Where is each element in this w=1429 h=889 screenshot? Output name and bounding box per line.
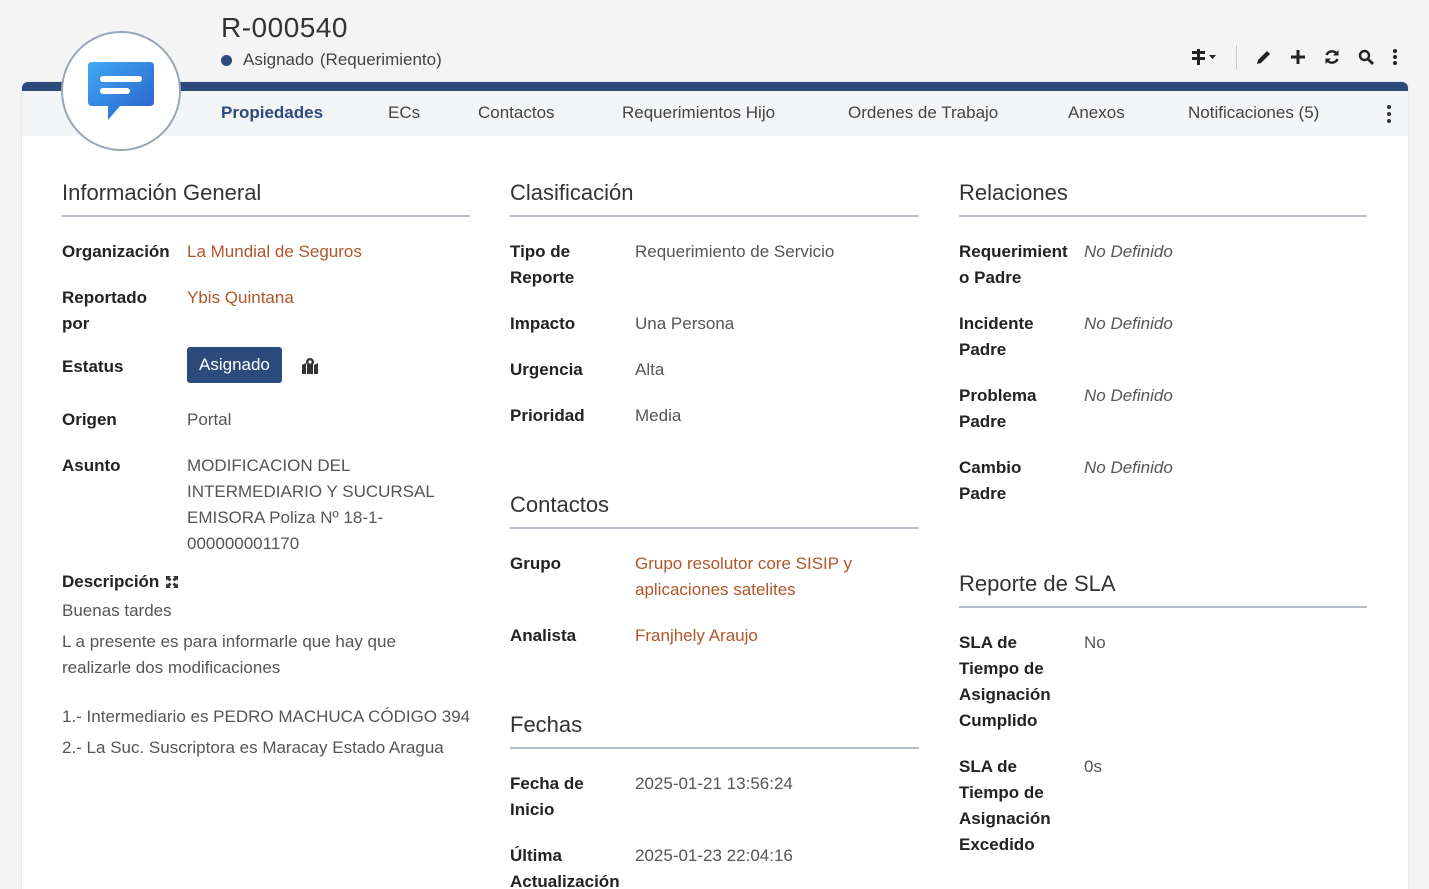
subject-label: Asunto xyxy=(62,456,121,475)
tab-anexos[interactable]: Anexos xyxy=(1068,103,1125,123)
start-date-value: 2025-01-21 13:56:24 xyxy=(635,774,793,793)
sla-met-label: SLA de Tiempo de Asignación Cumplido xyxy=(959,633,1051,730)
more-options-button[interactable] xyxy=(1383,42,1407,72)
description-p2: L a presente es para informarle que hay … xyxy=(62,632,396,677)
description-p4: 2.- La Suc. Suscriptora es Maracay Estad… xyxy=(62,738,444,757)
parent-problem-label: Problema Padre xyxy=(959,386,1037,431)
subject-value: MODIFICACION DEL INTERMEDIARIO Y SUCURSA… xyxy=(187,456,435,553)
contacts-title: Contactos xyxy=(510,492,919,529)
tabs-more-button[interactable] xyxy=(1382,103,1396,125)
map-marker-icon[interactable] xyxy=(301,357,319,375)
classification-section: Clasificación Tipo de Reporte Requerimie… xyxy=(510,180,919,449)
toolbar-separator xyxy=(1236,45,1237,69)
impact-label: Impacto xyxy=(510,314,576,333)
sla-met-value: No xyxy=(1084,633,1106,652)
urgency-value: Alta xyxy=(635,360,665,379)
description-p1: Buenas tardes xyxy=(62,601,172,620)
relations-title: Relaciones xyxy=(959,180,1367,217)
sla-section: Reporte de SLA SLA de Tiempo de Asignaci… xyxy=(959,571,1367,878)
sla-exceeded-value: 0s xyxy=(1084,757,1102,776)
start-date-label: Fecha de Inicio xyxy=(510,774,584,819)
tab-bar: Propiedades ECs Contactos Requerimientos… xyxy=(22,91,1408,136)
edit-button[interactable] xyxy=(1247,42,1281,72)
origin-label: Origen xyxy=(62,410,117,429)
priority-value: Media xyxy=(635,406,682,425)
chat-message-icon xyxy=(88,62,154,120)
classification-title: Clasificación xyxy=(510,180,919,217)
urgency-label: Urgencia xyxy=(510,360,583,379)
description-label: Descripción xyxy=(62,572,470,592)
refresh-button[interactable] xyxy=(1315,42,1349,72)
reported-by-label: Reportado por xyxy=(62,288,147,333)
report-type-value: Requerimiento de Servicio xyxy=(635,242,835,261)
expand-icon[interactable] xyxy=(165,575,179,589)
report-type-label: Tipo de Reporte xyxy=(510,242,575,287)
plus-icon xyxy=(1291,50,1305,64)
refresh-icon xyxy=(1325,50,1339,64)
tab-contactos[interactable]: Contactos xyxy=(478,103,555,123)
search-icon xyxy=(1358,49,1374,65)
tab-ordenes-de-trabajo[interactable]: Ordenes de Trabajo xyxy=(848,103,998,123)
description-label-text: Descripción xyxy=(62,572,160,591)
impact-value: Una Persona xyxy=(635,314,735,333)
sla-title: Reporte de SLA xyxy=(959,571,1367,608)
status-label: Estatus xyxy=(62,357,124,376)
group-link[interactable]: Grupo resolutor core SISIP y aplicacione… xyxy=(635,551,885,603)
parent-problem-value: No Definido xyxy=(1084,386,1173,405)
general-info-title: Información General xyxy=(62,180,470,217)
group-label: Grupo xyxy=(510,554,561,573)
actions-dropdown-button[interactable] xyxy=(1182,42,1226,72)
analyst-label: Analista xyxy=(510,626,577,645)
sla-exceeded-label: SLA de Tiempo de Asignación Excedido xyxy=(959,757,1051,854)
tab-requerimientos-hijo[interactable]: Requerimientos Hijo xyxy=(622,103,775,123)
tab-ecs[interactable]: ECs xyxy=(388,103,420,123)
avatar xyxy=(61,31,181,151)
priority-label: Prioridad xyxy=(510,406,585,425)
pencil-icon xyxy=(1257,51,1270,64)
signpost-icon xyxy=(1192,49,1216,65)
parent-change-label: Cambio Padre xyxy=(959,458,1022,503)
header-status: Asignado (Requerimiento) xyxy=(221,50,442,70)
description-p3: 1.- Intermediario es PEDRO MACHUCA CÓDIG… xyxy=(62,707,471,726)
status-dot-icon xyxy=(221,55,232,66)
search-button[interactable] xyxy=(1349,42,1383,72)
last-update-value: 2025-01-23 22:04:16 xyxy=(635,846,793,865)
parent-change-value: No Definido xyxy=(1084,458,1173,477)
header-status-type: (Requerimiento) xyxy=(319,50,442,69)
organization-link[interactable]: La Mundial de Seguros xyxy=(187,239,362,265)
tab-propiedades[interactable]: Propiedades xyxy=(221,103,323,123)
relations-section: Relaciones Requerimient o Padre No Defin… xyxy=(959,180,1367,527)
reported-by-link[interactable]: Ybis Quintana xyxy=(187,285,294,337)
contacts-section: Contactos Grupo Grupo resolutor core SIS… xyxy=(510,492,919,669)
organization-label: Organización xyxy=(62,242,170,261)
parent-incident-value: No Definido xyxy=(1084,314,1173,333)
last-update-label: Última Actualización xyxy=(510,846,620,889)
page-title: R-000540 xyxy=(221,12,348,43)
dates-section: Fechas Fecha de Inicio 2025-01-21 13:56:… xyxy=(510,712,919,889)
tab-notificaciones[interactable]: Notificaciones (5) xyxy=(1188,103,1319,123)
header-status-text: Asignado xyxy=(243,50,314,69)
dates-title: Fechas xyxy=(510,712,919,749)
general-info-section: Información General Organización La Mund… xyxy=(62,180,470,761)
parent-request-value: No Definido xyxy=(1084,242,1173,261)
toolbar xyxy=(1182,42,1407,72)
parent-request-label: Requerimient o Padre xyxy=(959,242,1068,287)
vertical-dots-icon xyxy=(1393,49,1397,65)
origin-value: Portal xyxy=(187,410,232,429)
analyst-link[interactable]: Franjhely Araujo xyxy=(635,623,758,649)
status-button[interactable]: Asignado xyxy=(187,347,282,383)
parent-incident-label: Incidente Padre xyxy=(959,314,1034,359)
add-button[interactable] xyxy=(1281,42,1315,72)
